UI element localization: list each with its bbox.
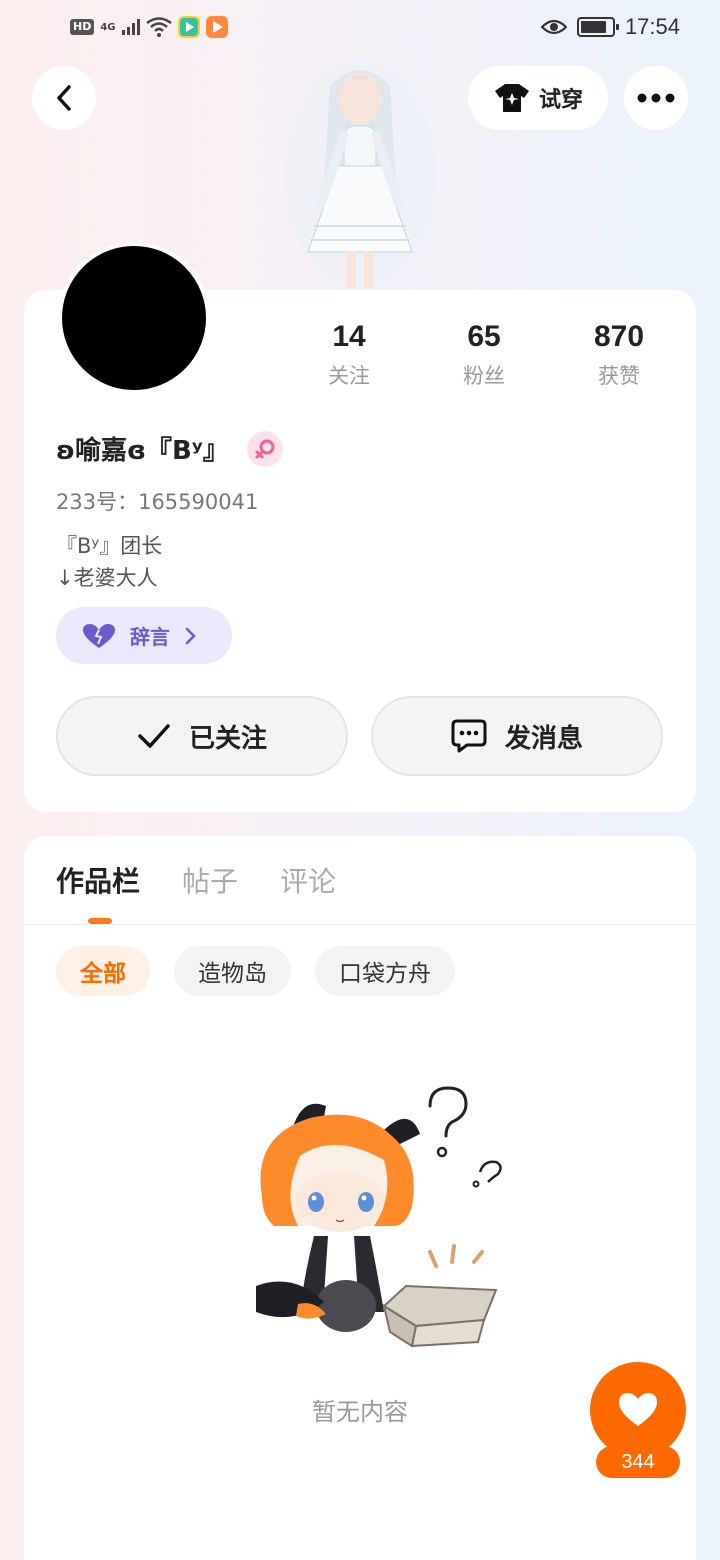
status-bar: HD 4G 17:54 [0, 0, 720, 56]
empty-state-illustration [256, 1086, 502, 1348]
heart-icon [83, 623, 115, 648]
avatar[interactable] [58, 242, 210, 394]
likes-received-label: 获赞 [598, 364, 640, 388]
chip-all[interactable]: 全部 [56, 946, 150, 996]
tab-comments[interactable]: 评论 [280, 860, 336, 900]
heart-icon [619, 1393, 657, 1426]
like-count: 344 [596, 1446, 680, 1478]
hd-icon: HD [70, 19, 95, 35]
stat-fans[interactable]: 65 粉丝 [439, 320, 529, 390]
following-button-label: 已关注 [188, 723, 267, 754]
wifi-icon [145, 17, 172, 37]
chip-pocket-ark[interactable]: 口袋方舟 [315, 946, 455, 996]
tab-works[interactable]: 作品栏 [56, 860, 140, 900]
filter-chips: 全部 造物岛 口袋方舟 [56, 946, 455, 996]
battery-fill [580, 21, 606, 33]
farewell-button[interactable]: 辞言 [56, 607, 232, 664]
tshirt-icon [494, 84, 529, 112]
app-icon [177, 16, 200, 38]
female-icon [246, 430, 283, 467]
stats-row: 14 关注 65 粉丝 870 获赞 [304, 320, 664, 390]
battery-icon [576, 17, 619, 37]
message-button[interactable]: 发消息 [371, 696, 663, 776]
tab-posts[interactable]: 帖子 [182, 860, 238, 900]
clock: 17:54 [624, 14, 680, 39]
farewell-label: 辞言 [130, 625, 170, 649]
back-button[interactable] [32, 66, 96, 130]
chevron-right-icon [185, 627, 196, 644]
likes-received-count: 870 [593, 320, 645, 353]
more-button[interactable] [624, 66, 688, 130]
following-label: 关注 [328, 364, 370, 388]
status-right: 17:54 [540, 14, 680, 40]
check-icon [138, 724, 170, 748]
network-type: 4G [100, 21, 116, 33]
stat-likes[interactable]: 870 获赞 [574, 320, 664, 390]
try-on-label: 试穿 [538, 88, 583, 113]
message-button-label: 发消息 [504, 723, 583, 754]
tab-divider [24, 924, 696, 925]
like-button[interactable] [590, 1362, 686, 1458]
user-id: 233号：165590041 [56, 490, 259, 514]
bio: 『Bʸ』团长 ↓老婆大人 [56, 530, 162, 594]
works-card: 作品栏 帖子 评论 全部 造物岛 口袋方舟 暂无内容 [24, 836, 696, 1560]
tab-bar: 作品栏 帖子 评论 [56, 860, 336, 900]
more-icon [637, 93, 675, 103]
fans-label: 粉丝 [463, 364, 505, 388]
chip-creation-island[interactable]: 造物岛 [174, 946, 291, 996]
try-on-button[interactable]: 试穿 [468, 66, 608, 130]
username: ʚ喻嘉ɞ『Bʸ』 [56, 436, 229, 466]
bio-line: 『Bʸ』团长 [56, 534, 163, 558]
eye-icon [540, 19, 567, 35]
signal-icon [121, 19, 140, 35]
chat-icon [451, 719, 487, 753]
stat-following[interactable]: 14 关注 [304, 320, 394, 390]
chevron-left-icon [57, 85, 71, 111]
following-button[interactable]: 已关注 [56, 696, 348, 776]
bio-line: ↓老婆大人 [56, 566, 158, 590]
following-count: 14 [332, 320, 366, 353]
fans-count: 65 [467, 320, 501, 353]
character-avatar-image[interactable] [280, 56, 440, 292]
status-left: HD 4G [70, 16, 228, 38]
name-row: ʚ喻嘉ɞ『Bʸ』 [56, 430, 283, 467]
app-icon [205, 16, 228, 38]
